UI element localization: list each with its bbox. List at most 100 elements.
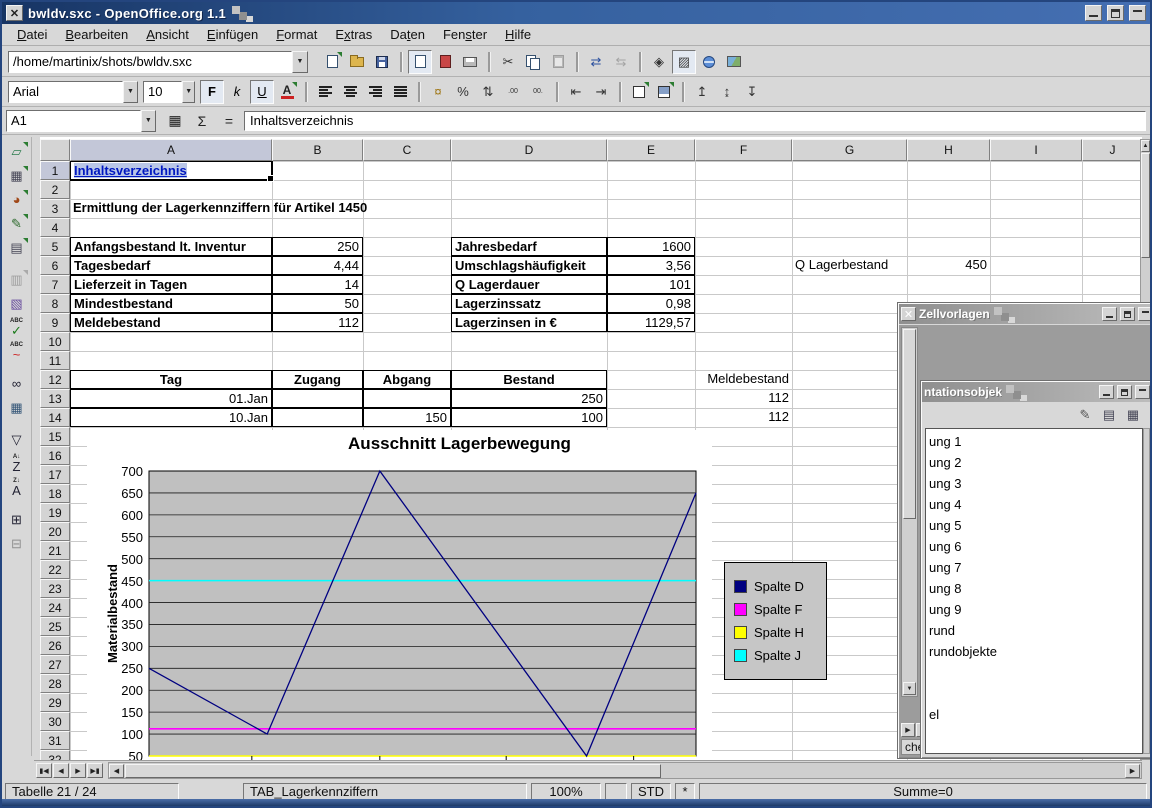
new-document-icon[interactable] xyxy=(320,50,344,74)
styles-panel-window[interactable]: ntationsobjek ✎▤▦ ung 1ung 2ung 3ung 4un… xyxy=(920,380,1152,759)
cell-B7[interactable]: 14 xyxy=(272,275,363,294)
row-header-31[interactable]: 31 xyxy=(40,731,70,750)
scroll-right-icon[interactable]: ▶ xyxy=(1125,764,1140,778)
spellcheck-icon[interactable]: ABC✓ xyxy=(4,316,30,339)
number-format-percent-icon[interactable]: % xyxy=(451,80,475,104)
style-list-item[interactable]: ung 1 xyxy=(929,431,1142,452)
row-header-15[interactable]: 15 xyxy=(40,427,70,446)
italic-icon[interactable]: k xyxy=(225,80,249,104)
cell-D13[interactable]: 250 xyxy=(451,389,607,408)
scroll-right-icon[interactable]: ▶ xyxy=(901,723,915,737)
cell-D5[interactable]: Jahresbedarf xyxy=(451,237,607,256)
row-header-18[interactable]: 18 xyxy=(40,484,70,503)
column-header-F[interactable]: F xyxy=(695,139,792,161)
maximize-icon[interactable] xyxy=(1117,385,1132,399)
row-header-23[interactable]: 23 xyxy=(40,579,70,598)
row-header-20[interactable]: 20 xyxy=(40,522,70,541)
autofilter-icon[interactable]: ▽ xyxy=(4,428,30,451)
shade-icon[interactable] xyxy=(1135,385,1150,399)
cell-styles-scrollbar-thumb[interactable] xyxy=(903,329,916,519)
url-dropdown-icon[interactable]: ▼ xyxy=(292,51,308,73)
decrease-indent-icon[interactable]: ⇤ xyxy=(564,80,588,104)
first-sheet-icon[interactable]: ▮◀ xyxy=(36,763,52,778)
row-header-19[interactable]: 19 xyxy=(40,503,70,522)
vertical-scrollbar-thumb[interactable] xyxy=(1141,153,1150,258)
row-header-21[interactable]: 21 xyxy=(40,541,70,560)
cell-E8[interactable]: 0,98 xyxy=(607,294,695,313)
column-header-B[interactable]: B xyxy=(272,139,363,161)
legend-item[interactable]: Spalte J xyxy=(734,648,826,663)
row-header-2[interactable]: 2 xyxy=(40,180,70,199)
select-all-corner[interactable] xyxy=(40,139,70,161)
row-header-10[interactable]: 10 xyxy=(40,332,70,351)
cell-A6[interactable]: Tagesbedarf xyxy=(70,256,272,275)
font-name-dropdown-icon[interactable]: ▼ xyxy=(123,81,138,103)
row-header-5[interactable]: 5 xyxy=(40,237,70,256)
next-sheet-icon[interactable]: ▶ xyxy=(70,763,86,778)
cell-B13[interactable] xyxy=(272,389,363,408)
row-header-25[interactable]: 25 xyxy=(40,617,70,636)
ungroup-icon[interactable]: ⊟ xyxy=(4,532,30,555)
cell-styles-titlebar[interactable]: Zellvorlagen xyxy=(899,304,1152,324)
status-selection-mode[interactable]: STD xyxy=(631,783,671,800)
menu-item-datei[interactable]: Datei xyxy=(8,25,56,44)
cell-E5[interactable]: 1600 xyxy=(607,237,695,256)
cell-E6[interactable]: 3,56 xyxy=(607,256,695,275)
cell-reference-input[interactable] xyxy=(6,110,141,132)
find-replace-icon[interactable]: ∞ xyxy=(4,372,30,395)
cell-A9[interactable]: Meldebestand xyxy=(70,313,272,332)
font-size-combo[interactable]: ▼ xyxy=(143,81,195,103)
styles-list-scrollbar[interactable] xyxy=(1143,428,1150,754)
align-left-icon[interactable] xyxy=(313,80,337,104)
row-header-22[interactable]: 22 xyxy=(40,560,70,579)
menu-item-daten[interactable]: Daten xyxy=(381,25,434,44)
window-bottom-edge[interactable] xyxy=(2,799,1150,806)
menu-item-extras[interactable]: Extras xyxy=(326,25,381,44)
cell-A5[interactable]: Anfangsbestand lt. Inventur xyxy=(70,237,272,256)
style-list-item[interactable]: ung 5 xyxy=(929,515,1142,536)
hyperlink-dialog-icon[interactable] xyxy=(697,50,721,74)
legend-item[interactable]: Spalte F xyxy=(734,602,826,617)
cell-G6[interactable]: Q Lagerbestand xyxy=(792,256,907,275)
style-list-item[interactable]: ung 8 xyxy=(929,578,1142,599)
column-header-C[interactable]: C xyxy=(363,139,451,161)
row-header-11[interactable]: 11 xyxy=(40,351,70,370)
autospellcheck-icon[interactable]: ABC~ xyxy=(4,340,30,363)
row-header-13[interactable]: 13 xyxy=(40,389,70,408)
close-icon[interactable] xyxy=(6,5,23,21)
menu-item-fenster[interactable]: Fenster xyxy=(434,25,496,44)
row-header-29[interactable]: 29 xyxy=(40,693,70,712)
cell-C14[interactable]: 150 xyxy=(363,408,451,427)
cell-styles-scrollbar[interactable]: ▼ xyxy=(901,327,918,697)
row-header-6[interactable]: 6 xyxy=(40,256,70,275)
align-bottom-icon[interactable]: ↧ xyxy=(740,80,764,104)
copy-icon[interactable] xyxy=(521,50,545,74)
gallery-icon[interactable] xyxy=(722,50,746,74)
chart-legend[interactable]: Spalte DSpalte FSpalte HSpalte J xyxy=(724,562,827,680)
chart[interactable]: Ausschnitt Lagerbewegung Materialbestand… xyxy=(87,430,712,760)
redo-icon[interactable]: ⇆ xyxy=(609,50,633,74)
sort-descending-icon[interactable]: Z↓A xyxy=(4,476,30,499)
cut-icon[interactable]: ✂ xyxy=(496,50,520,74)
cell-F13[interactable]: 112 xyxy=(695,389,792,408)
style-list-item[interactable]: rundobjekte xyxy=(929,641,1142,662)
form-functions-icon[interactable]: ▤ xyxy=(4,236,30,259)
horizontal-scrollbar[interactable]: ◀ ▶ xyxy=(108,762,1142,779)
cell-B5[interactable]: 250 xyxy=(272,237,363,256)
paste-icon[interactable] xyxy=(546,50,570,74)
cell-B9[interactable]: 112 xyxy=(272,313,363,332)
font-name-input[interactable] xyxy=(8,81,123,103)
status-zoom[interactable]: 100% xyxy=(531,783,601,800)
column-header-G[interactable]: G xyxy=(792,139,907,161)
add-decimal-icon[interactable]: .00 xyxy=(501,80,525,104)
insert-icon[interactable]: ▱ xyxy=(4,140,30,163)
column-header-H[interactable]: H xyxy=(907,139,990,161)
shade-icon[interactable] xyxy=(1138,307,1152,321)
cell-D12[interactable]: Bestand xyxy=(451,370,607,389)
style-list-item[interactable]: ung 6 xyxy=(929,536,1142,557)
cell-C13[interactable] xyxy=(363,389,451,408)
close-icon[interactable] xyxy=(901,307,916,321)
font-size-dropdown-icon[interactable]: ▼ xyxy=(182,81,195,103)
cell-B6[interactable]: 4,44 xyxy=(272,256,363,275)
row-header-12[interactable]: 12 xyxy=(40,370,70,389)
